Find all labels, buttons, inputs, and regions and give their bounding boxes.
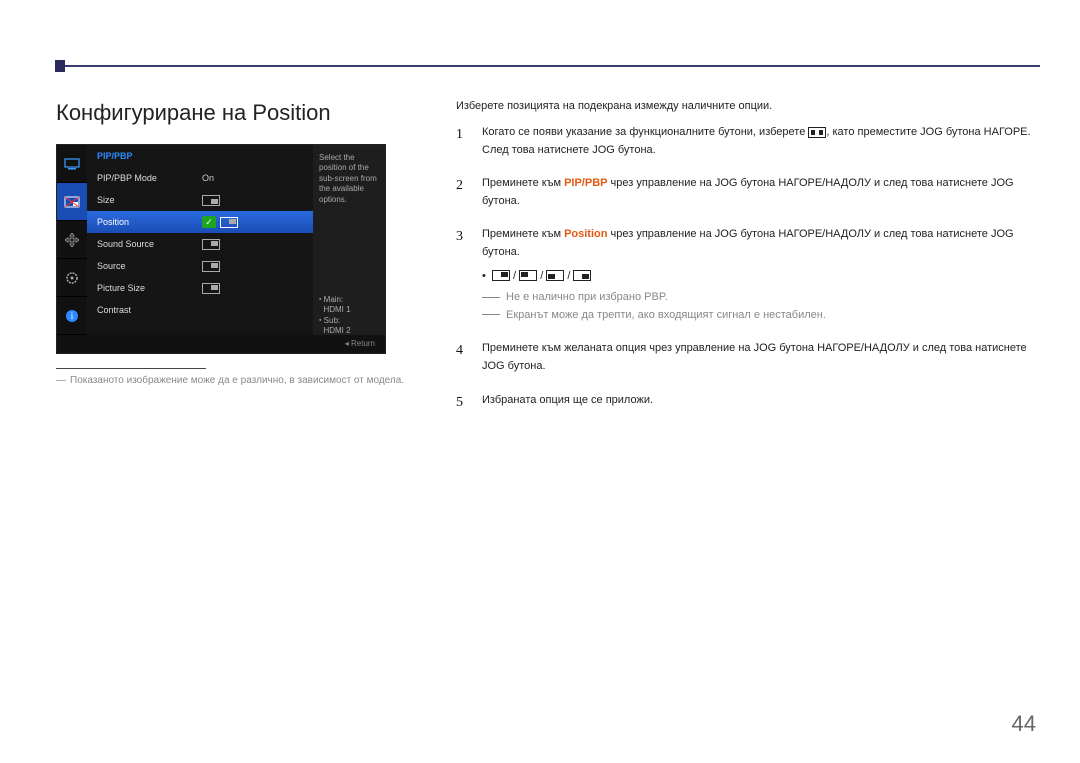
pip-icon [57, 183, 87, 221]
osd-help-text: Select the position of the sub-screen fr… [319, 153, 379, 205]
sub-note: Екранът може да трепти, ако входящият си… [482, 307, 1040, 325]
osd-value [202, 260, 303, 271]
osd-label: Source [97, 261, 202, 271]
right-column: Изберете позицията на подекрана измежду … [456, 100, 1040, 430]
osd-footer: ◂ Return [57, 335, 385, 353]
osd-label: PIP/PBP Mode [97, 173, 202, 183]
pip-position-icon [492, 270, 510, 281]
step-2: 2 Преминете към PIP/PBP чрез управление … [456, 175, 1040, 210]
osd-screenshot: i PIP/PBP PIP/PBP Mode On Size Position … [56, 144, 386, 354]
step-number: 3 [456, 226, 468, 324]
pip-position-icon [519, 270, 537, 281]
step-number: 4 [456, 340, 468, 375]
pip-position-icon [202, 261, 220, 272]
pip-position-icon [546, 270, 564, 281]
gear-icon [57, 259, 87, 297]
info-icon: i [57, 297, 87, 335]
osd-value: On [202, 173, 303, 183]
osd-row-position: Position ✓ [87, 211, 313, 233]
position-options: • / / / [482, 268, 1040, 286]
page-title: Конфигуриране на Position [56, 100, 426, 126]
monitor-icon [57, 145, 87, 183]
step-body: Преминете към желаната опция чрез управл… [482, 340, 1040, 375]
osd-value [202, 282, 303, 293]
left-column: Конфигуриране на Position i [56, 100, 426, 430]
image-disclaimer: ―Показаното изображение може да е различ… [56, 375, 426, 386]
page-number: 44 [1012, 711, 1036, 737]
pip-position-icon [202, 283, 220, 294]
osd-icon-rail: i [57, 145, 87, 335]
osd-row-mode: PIP/PBP Mode On [87, 167, 313, 189]
pip-position-icon [573, 270, 591, 281]
osd-value [202, 194, 303, 205]
step-5: 5 Избраната опция ще се приложи. [456, 392, 1040, 414]
osd-row-source: Source [87, 255, 313, 277]
step-number: 1 [456, 124, 468, 159]
menu-icon [808, 127, 826, 138]
step-body: Избраната опция ще се приложи. [482, 392, 1040, 414]
osd-row-size: Size [87, 189, 313, 211]
osd-row-sound: Sound Source [87, 233, 313, 255]
osd-side-panel: Select the position of the sub-screen fr… [313, 145, 385, 335]
osd-menu: PIP/PBP PIP/PBP Mode On Size Position ✓ … [87, 145, 313, 335]
osd-value: ✓ [202, 216, 303, 228]
osd-value [202, 238, 303, 249]
osd-main-source: ● Main: HDMI 1 [319, 295, 379, 316]
osd-row-contrast: Contrast [87, 299, 313, 321]
check-icon: ✓ [202, 216, 216, 228]
osd-label: Sound Source [97, 239, 202, 249]
move-icon [57, 221, 87, 259]
osd-menu-title: PIP/PBP [87, 145, 313, 167]
header-rule [56, 65, 1040, 67]
osd-sub-source: ● Sub: HDMI 2 [319, 316, 379, 337]
pip-position-icon [220, 217, 238, 228]
sub-note: Не е налично при избрано PBP. [482, 289, 1040, 307]
step-number: 5 [456, 392, 468, 414]
osd-label: Size [97, 195, 202, 205]
intro-text: Изберете позицията на подекрана измежду … [456, 100, 1040, 112]
pip-position-icon [202, 239, 220, 250]
osd-label: Contrast [97, 305, 202, 315]
step-1: 1 Когато се появи указание за функционал… [456, 124, 1040, 159]
osd-row-picsize: Picture Size [87, 277, 313, 299]
pip-position-icon [202, 195, 220, 206]
osd-label: Picture Size [97, 283, 202, 293]
step-body: Преминете към Position чрез управление н… [482, 226, 1040, 324]
step-number: 2 [456, 175, 468, 210]
step-4: 4 Преминете към желаната опция чрез упра… [456, 340, 1040, 375]
step-body: Преминете към PIP/PBP чрез управление на… [482, 175, 1040, 210]
page-content: Конфигуриране на Position i [56, 100, 1040, 430]
step-3: 3 Преминете към Position чрез управление… [456, 226, 1040, 324]
note-divider [56, 368, 206, 369]
osd-label: Position [97, 217, 202, 227]
step-body: Когато се появи указание за функционални… [482, 124, 1040, 159]
